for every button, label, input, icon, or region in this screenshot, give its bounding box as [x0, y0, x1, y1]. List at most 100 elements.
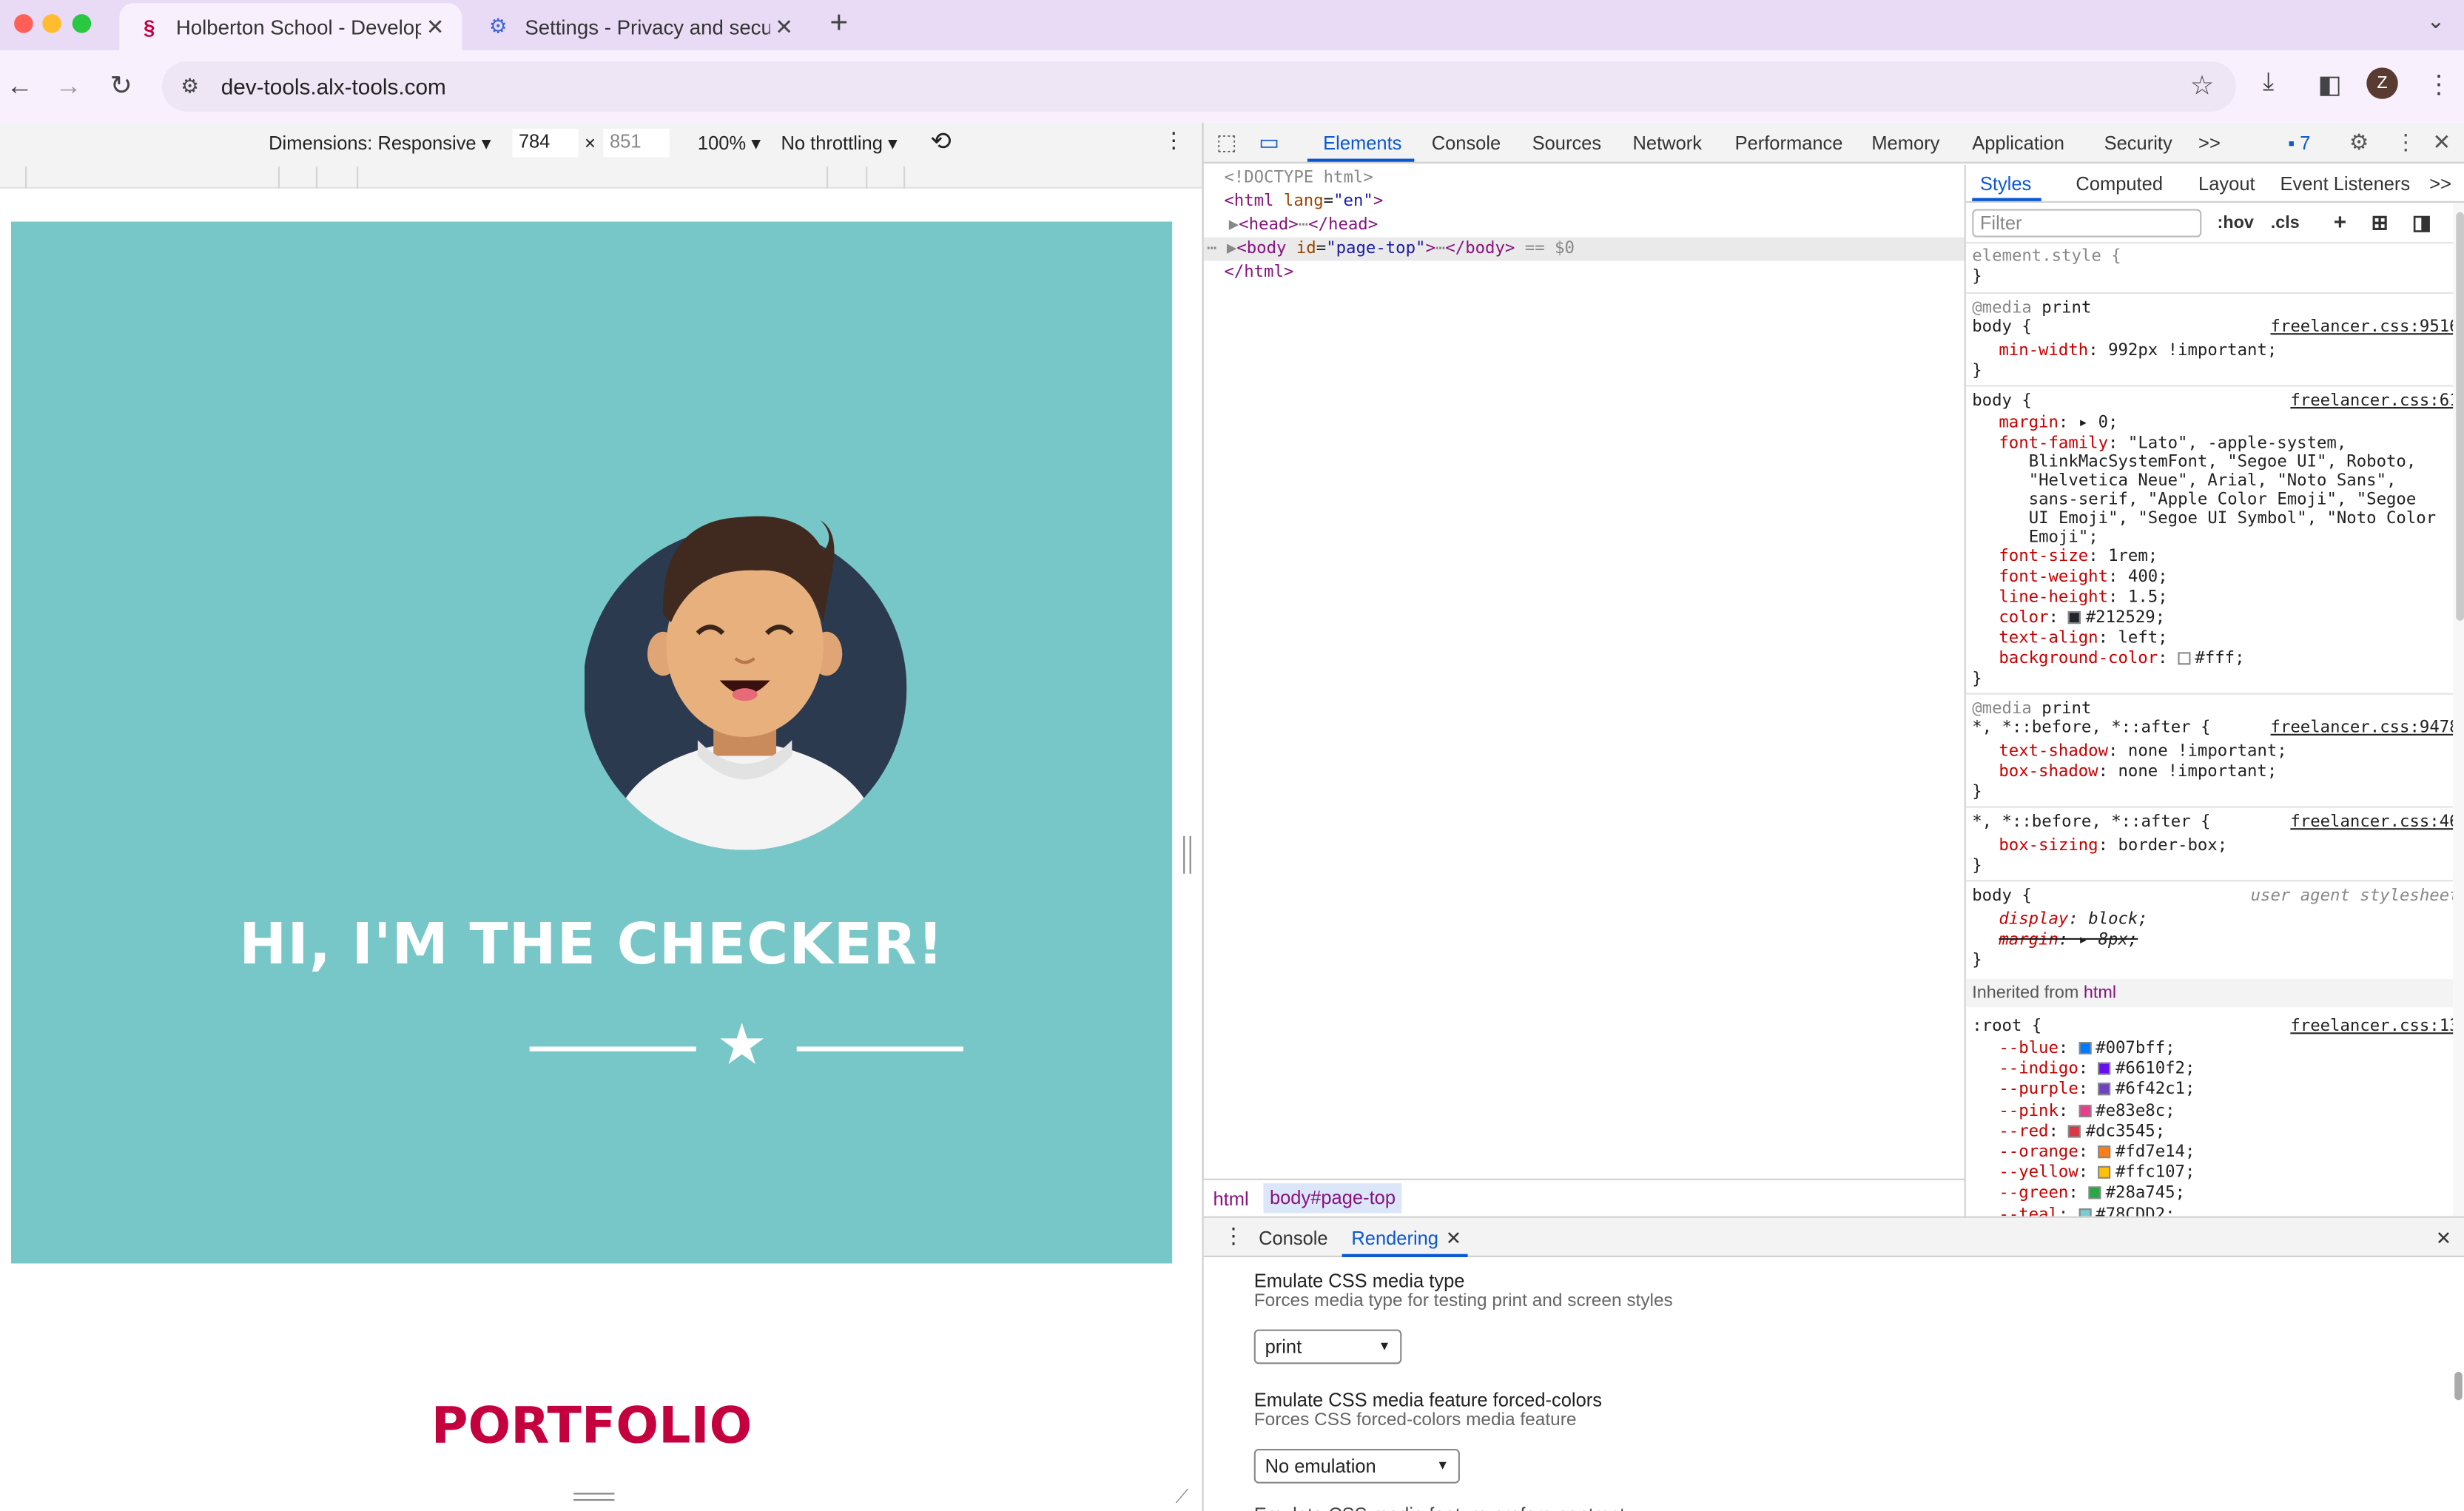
rule-selector[interactable]: body {: [1972, 886, 2032, 907]
throttling-dropdown[interactable]: No throttling ▾: [781, 132, 897, 154]
style-declaration[interactable]: background-color: #fff;: [1999, 649, 2244, 670]
color-swatch[interactable]: [2068, 1125, 2081, 1138]
new-rule-icon[interactable]: +: [2334, 209, 2346, 234]
tab-sources[interactable]: Sources: [1532, 132, 1602, 154]
color-swatch[interactable]: [2078, 1208, 2091, 1216]
color-swatch[interactable]: [2078, 1042, 2091, 1055]
browser-menu-icon[interactable]: ⋮: [2426, 69, 2451, 100]
rule-selector[interactable]: body {: [1972, 317, 2032, 338]
tab-network[interactable]: Network: [1633, 132, 1702, 154]
width-input[interactable]: 784: [512, 129, 579, 158]
paint-brush-icon[interactable]: ⊞: [2372, 211, 2389, 236]
color-swatch[interactable]: [2098, 1063, 2111, 1076]
browser-tab-holberton[interactable]: § Holberton School - Developer ✕: [119, 3, 462, 50]
css-variable-declaration[interactable]: --green: #28a745;: [1999, 1184, 2185, 1205]
rule-selector[interactable]: :root {: [1972, 1017, 2041, 1037]
style-declaration[interactable]: min-width: 992px !important;: [1999, 341, 2277, 362]
inherited-element[interactable]: html: [2084, 983, 2116, 1002]
css-variable-declaration[interactable]: --purple: #6f42c1;: [1999, 1080, 2195, 1101]
style-declaration[interactable]: display: block;: [1999, 910, 2147, 931]
color-swatch[interactable]: [2088, 1187, 2101, 1200]
tab-security[interactable]: Security: [2104, 132, 2172, 154]
source-link[interactable]: freelancer.css:61: [2290, 391, 2459, 412]
download-icon[interactable]: ⤓: [2263, 69, 2274, 97]
settings-gear-icon[interactable]: ⚙: [2349, 129, 2369, 155]
drawer-tab-rendering[interactable]: Rendering: [1351, 1228, 1438, 1250]
scroll-thumb[interactable]: [2456, 212, 2464, 621]
style-declaration[interactable]: box-shadow: none !important;: [1999, 762, 2277, 783]
minimize-window-button[interactable]: [42, 14, 61, 33]
close-tab-icon[interactable]: ✕: [770, 13, 798, 40]
source-link[interactable]: freelancer.css:46: [2290, 812, 2459, 833]
toggle-sidebar-icon[interactable]: ◨: [2412, 211, 2431, 236]
drawer-scrollbar[interactable]: [2451, 1259, 2464, 1511]
css-variable-declaration[interactable]: --orange: #fd7e14;: [1999, 1142, 2195, 1163]
device-more-icon[interactable]: ⋮: [1163, 127, 1185, 154]
tab-computed[interactable]: Computed: [2076, 173, 2163, 195]
inspect-element-icon[interactable]: ⬚: [1216, 129, 1237, 155]
breadcrumb-html[interactable]: html: [1213, 1188, 1248, 1211]
issues-badge[interactable]: ▪ 7: [2288, 132, 2310, 154]
drawer-tab-console[interactable]: Console: [1259, 1228, 1328, 1250]
color-swatch[interactable]: [2078, 1104, 2091, 1117]
tab-application[interactable]: Application: [1972, 132, 2064, 154]
dimensions-dropdown[interactable]: Dimensions: Responsive ▾: [269, 132, 491, 154]
rule-selector[interactable]: *, *::before, *::after {: [1972, 812, 2210, 833]
cls-toggle[interactable]: .cls: [2271, 214, 2300, 232]
doctype-node[interactable]: <!DOCTYPE html>: [1224, 166, 1373, 190]
drawer-menu-icon[interactable]: ⋮: [1222, 1222, 1245, 1249]
close-window-button[interactable]: [14, 14, 33, 33]
tab-memory[interactable]: Memory: [1871, 132, 1939, 154]
style-declaration[interactable]: line-height: 1.5;: [1999, 588, 2167, 608]
new-tab-button[interactable]: +: [829, 6, 848, 42]
tab-layout[interactable]: Layout: [2198, 173, 2255, 195]
color-swatch[interactable]: [2068, 611, 2081, 625]
close-tab-icon[interactable]: ✕: [421, 13, 449, 40]
head-node[interactable]: ▶<head>⋯</head>: [1229, 214, 1378, 238]
address-bar[interactable]: ⚙ dev-tools.alx-tools.com ☆: [161, 61, 2237, 112]
forward-icon[interactable]: →: [55, 71, 81, 102]
media-type-select[interactable]: print ▼: [1253, 1329, 1402, 1364]
style-declaration-overridden[interactable]: margin: ▸ 8px;: [1999, 930, 2138, 951]
reload-icon[interactable]: ↻: [110, 71, 132, 102]
style-declaration[interactable]: text-shadow: none !important;: [1999, 741, 2286, 762]
style-declaration[interactable]: font-family: "Lato", -apple-system,: [1999, 434, 2346, 454]
avatar[interactable]: Z: [2366, 67, 2398, 99]
style-declaration[interactable]: margin: ▸ 0;: [1999, 414, 2118, 434]
close-devtools-icon[interactable]: ✕: [2432, 129, 2451, 155]
devtools-menu-icon[interactable]: ⋮: [2395, 129, 2417, 155]
css-variable-declaration[interactable]: --indigo: #6610f2;: [1999, 1060, 2195, 1080]
expand-arrow-icon[interactable]: ▶: [1229, 215, 1239, 234]
tab-performance[interactable]: Performance: [1735, 132, 1843, 154]
rule-selector[interactable]: body {: [1972, 391, 2032, 412]
source-link[interactable]: freelancer.css:9478: [2271, 719, 2460, 739]
style-declaration[interactable]: box-sizing: border-box;: [1999, 836, 2227, 857]
back-icon[interactable]: ←: [6, 71, 33, 102]
styles-scrollbar[interactable]: [2453, 202, 2464, 1216]
tab-event-listeners[interactable]: Event Listeners: [2280, 173, 2410, 195]
close-drawer-icon[interactable]: ✕: [2436, 1228, 2451, 1250]
style-declaration[interactable]: text-align: left;: [1999, 628, 2167, 649]
color-swatch[interactable]: [2098, 1166, 2111, 1179]
tab-styles[interactable]: Styles: [1980, 173, 2031, 195]
tab-search-icon[interactable]: ⌄: [2427, 8, 2446, 35]
color-swatch[interactable]: [2098, 1083, 2111, 1097]
side-panel-icon[interactable]: ◧: [2317, 69, 2341, 100]
expand-arrow-icon[interactable]: ▶: [1227, 239, 1236, 258]
scroll-thumb[interactable]: [2454, 1371, 2463, 1401]
html-node[interactable]: <html lang="en">: [1224, 190, 1383, 214]
css-variable-declaration[interactable]: --pink: #e83e8c;: [1999, 1101, 2175, 1122]
styles-more-tabs[interactable]: >>: [2429, 173, 2451, 195]
height-input[interactable]: 851: [603, 129, 670, 158]
breadcrumb-body[interactable]: body#page-top: [1263, 1183, 1402, 1214]
resize-side-handle[interactable]: [1183, 835, 1191, 874]
zoom-dropdown[interactable]: 100% ▾: [698, 132, 761, 154]
style-declaration[interactable]: font-weight: 400;: [1999, 568, 2167, 588]
style-declaration[interactable]: font-size: 1rem;: [1999, 547, 2158, 568]
tab-elements[interactable]: Elements: [1323, 132, 1401, 154]
hov-toggle[interactable]: :hov: [2218, 214, 2254, 232]
rule-selector[interactable]: *, *::before, *::after {: [1972, 719, 2210, 739]
site-info-icon[interactable]: ⚙: [181, 74, 199, 99]
style-declaration[interactable]: color: #212529;: [1999, 608, 2165, 629]
styles-filter-input[interactable]: Filter: [1972, 209, 2202, 238]
